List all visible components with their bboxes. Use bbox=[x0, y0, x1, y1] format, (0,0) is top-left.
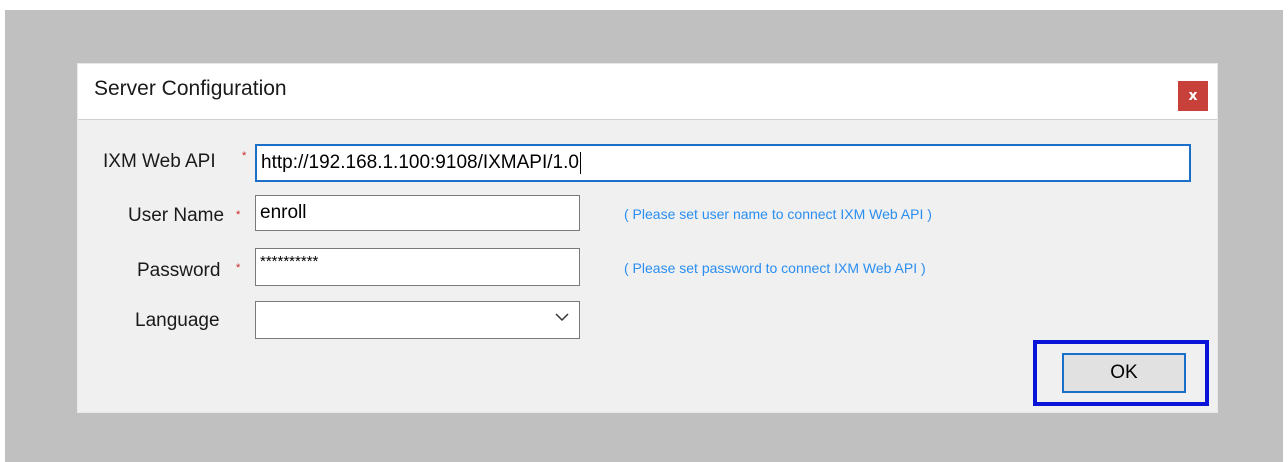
dialog-titlebar: Server Configuration x bbox=[78, 64, 1217, 120]
language-select[interactable] bbox=[255, 301, 580, 339]
api-url-input[interactable]: http://192.168.1.100:9108/IXMAPI/1.0 bbox=[255, 144, 1191, 182]
api-url-value: http://192.168.1.100:9108/IXMAPI/1.0 bbox=[261, 152, 579, 173]
ok-button[interactable]: OK bbox=[1062, 353, 1186, 393]
server-configuration-dialog: Server Configuration x IXM Web API * htt… bbox=[77, 63, 1218, 413]
chevron-down-icon bbox=[555, 313, 569, 322]
password-label: Password bbox=[137, 260, 221, 281]
username-hint: ( Please set user name to connect IXM We… bbox=[624, 206, 932, 222]
username-label: User Name bbox=[128, 205, 225, 226]
username-value: enroll bbox=[260, 202, 307, 223]
password-hint: ( Please set password to connect IXM Web… bbox=[624, 260, 926, 276]
api-label: IXM Web API bbox=[103, 151, 216, 172]
username-required-mark: * bbox=[236, 209, 241, 221]
language-label: Language bbox=[135, 310, 220, 331]
text-caret bbox=[579, 151, 581, 174]
password-value: ********** bbox=[260, 253, 319, 270]
password-input[interactable]: ********** bbox=[255, 248, 580, 286]
username-input[interactable]: enroll bbox=[255, 195, 580, 231]
dialog-title: Server Configuration bbox=[94, 77, 287, 100]
password-required-mark: * bbox=[236, 262, 241, 274]
close-button[interactable]: x bbox=[1178, 81, 1208, 111]
close-icon: x bbox=[1188, 88, 1198, 104]
api-required-mark: * bbox=[242, 150, 247, 162]
